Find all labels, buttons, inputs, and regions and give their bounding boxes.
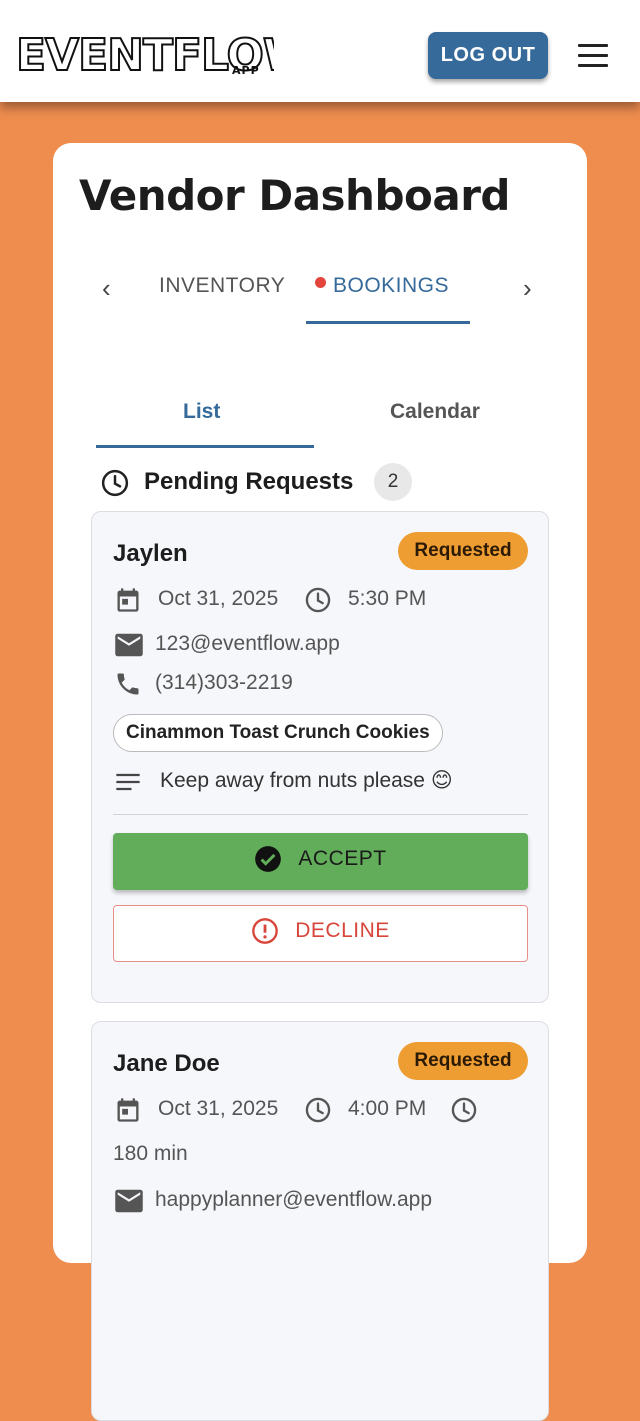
- customer-email[interactable]: 123@eventflow.app: [155, 632, 340, 656]
- status-badge: Requested: [398, 532, 528, 570]
- top-app-bar: EVENTFLOW APP LOG OUT: [0, 0, 640, 102]
- pending-count-badge: 2: [374, 463, 412, 501]
- booking-card: Jane Doe Requested Oct 31, 2025 4:00 PM …: [91, 1021, 549, 1421]
- subtab-active-indicator: [96, 445, 314, 448]
- alert-circle-icon: [252, 917, 279, 944]
- customer-name: Jaylen: [113, 540, 188, 567]
- booking-time: 5:30 PM: [348, 587, 427, 610]
- tabs-scroll-left-icon[interactable]: ‹: [102, 273, 111, 304]
- check-circle-icon: [255, 845, 282, 872]
- customer-phone[interactable]: (314)303-2219: [155, 671, 293, 695]
- duration-clock-icon: [450, 1096, 478, 1129]
- accept-label: ACCEPT: [298, 846, 387, 870]
- tab-bookings-label: BOOKINGS: [333, 274, 450, 297]
- dashboard-card: Vendor Dashboard ‹ INVENTORY BOOKINGS › …: [53, 143, 587, 1421]
- customer-name: Jane Doe: [113, 1050, 220, 1077]
- tab-active-indicator: [306, 321, 470, 324]
- clock-icon: [304, 1096, 332, 1129]
- decline-label: DECLINE: [295, 918, 390, 942]
- pending-requests-title: Pending Requests: [144, 468, 354, 495]
- customer-email[interactable]: happyplanner@eventflow.app: [155, 1188, 432, 1212]
- eventflow-logo[interactable]: EVENTFLOW APP: [14, 28, 313, 83]
- subtab-calendar[interactable]: Calendar: [390, 400, 480, 424]
- calendar-icon: [114, 586, 142, 619]
- accept-button[interactable]: ACCEPT: [113, 833, 528, 890]
- booking-duration: 180 min: [113, 1142, 188, 1165]
- email-icon: [114, 632, 144, 663]
- booking-date: Oct 31, 2025: [158, 1097, 279, 1120]
- clock-icon: [304, 586, 332, 619]
- tab-bookings[interactable]: BOOKINGS: [313, 274, 449, 298]
- logout-button[interactable]: LOG OUT: [428, 32, 548, 79]
- phone-icon: [114, 670, 142, 703]
- booking-card: Jaylen Requested Oct 31, 2025 5:30 PM 12…: [91, 511, 549, 1003]
- page-title: Vendor Dashboard: [79, 171, 511, 220]
- clock-icon: [100, 468, 130, 503]
- status-badge: Requested: [398, 1042, 528, 1080]
- subtab-list[interactable]: List: [183, 400, 220, 424]
- calendar-icon: [114, 1096, 142, 1129]
- booking-time: 4:00 PM: [348, 1097, 427, 1120]
- tab-inventory[interactable]: INVENTORY: [159, 274, 285, 298]
- logo-suffix: APP: [232, 64, 260, 77]
- email-icon: [114, 1188, 144, 1219]
- notes-icon: [114, 770, 142, 799]
- item-chip: Cinammon Toast Crunch Cookies: [113, 714, 443, 752]
- divider: [113, 814, 528, 815]
- tabs-scroll-right-icon[interactable]: ›: [523, 273, 532, 304]
- menu-icon[interactable]: [578, 44, 610, 68]
- booking-note: Keep away from nuts please 😊: [160, 769, 453, 792]
- decline-button[interactable]: DECLINE: [113, 905, 528, 962]
- booking-date: Oct 31, 2025: [158, 587, 279, 610]
